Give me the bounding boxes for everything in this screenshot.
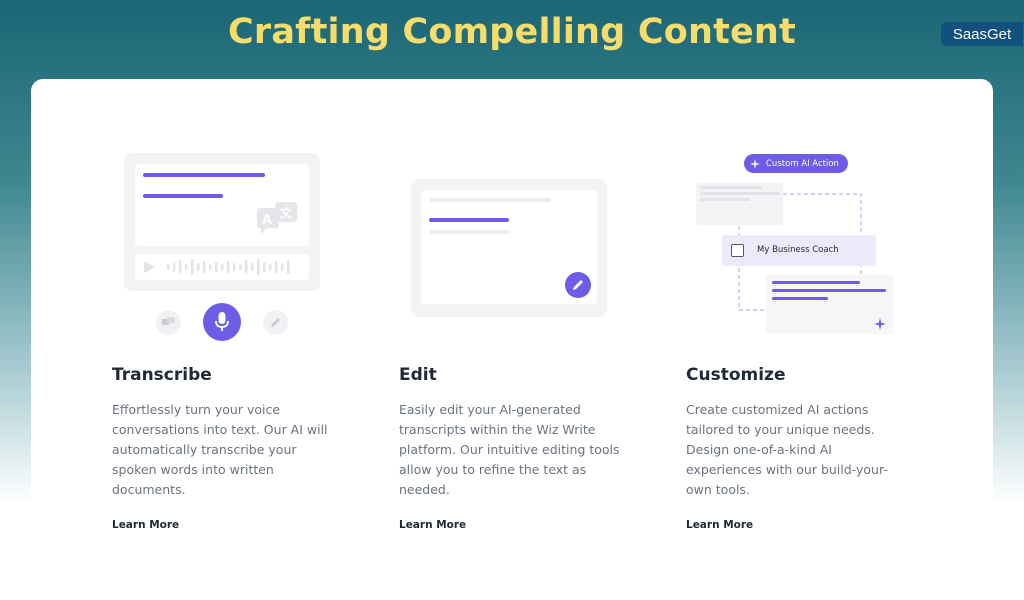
document-line: [429, 198, 551, 202]
transcribe-learn-more-link[interactable]: Learn More: [112, 519, 179, 531]
business-coach-label: My Business Coach: [757, 245, 839, 255]
brand-badge[interactable]: SaasGet: [941, 22, 1023, 46]
microphone-button[interactable]: [203, 303, 241, 341]
sparkle-icon: [874, 318, 886, 330]
sparkle-icon: [750, 158, 760, 169]
source-line: [700, 186, 762, 189]
translate-icon: A 文: [257, 202, 297, 234]
play-icon[interactable]: [142, 260, 156, 274]
waveform: [167, 259, 290, 275]
business-coach-checkbox[interactable]: [731, 244, 744, 257]
source-line: [700, 198, 750, 201]
transcribe-illustration: A 文: [124, 153, 320, 291]
chat-icon: [162, 317, 175, 325]
edit-button[interactable]: [263, 310, 288, 335]
svg-text:文: 文: [280, 205, 293, 220]
pencil-icon: [271, 318, 280, 327]
svg-text:A: A: [262, 213, 272, 228]
transcript-line: [143, 194, 223, 198]
transcribe-description: Effortlessly turn your voice conversatio…: [112, 402, 328, 497]
result-panel: [766, 275, 894, 334]
document-line-highlight: [429, 218, 509, 222]
document-line: [429, 230, 509, 234]
edit-illustration: [411, 179, 607, 317]
edit-learn-more-link[interactable]: Learn More: [399, 519, 466, 531]
transcribe-title: Transcribe: [112, 365, 212, 385]
source-panel: [696, 183, 783, 225]
page-title: Crafting Compelling Content: [228, 12, 796, 52]
custom-ai-action-label: Custom AI Action: [766, 158, 839, 169]
source-line: [700, 192, 780, 195]
business-coach-item[interactable]: My Business Coach: [722, 235, 876, 266]
pencil-icon: [573, 280, 583, 290]
customize-learn-more-link[interactable]: Learn More: [686, 519, 753, 531]
edit-pencil-button[interactable]: [565, 272, 591, 298]
customize-title: Customize: [686, 365, 786, 385]
microphone-icon: [215, 312, 229, 331]
custom-ai-action-pill[interactable]: Custom AI Action: [744, 154, 848, 173]
result-line: [772, 289, 886, 292]
customize-description: Create customized AI actions tailored to…: [686, 402, 888, 497]
transcript-line: [143, 173, 265, 177]
transcript-panel: A 文: [135, 164, 309, 246]
audio-player: [135, 254, 309, 280]
edit-title: Edit: [399, 365, 437, 385]
result-line: [772, 281, 860, 284]
result-line: [772, 297, 828, 300]
edit-description: Easily edit your AI-generated transcript…: [399, 402, 620, 497]
chat-button[interactable]: [156, 310, 181, 335]
